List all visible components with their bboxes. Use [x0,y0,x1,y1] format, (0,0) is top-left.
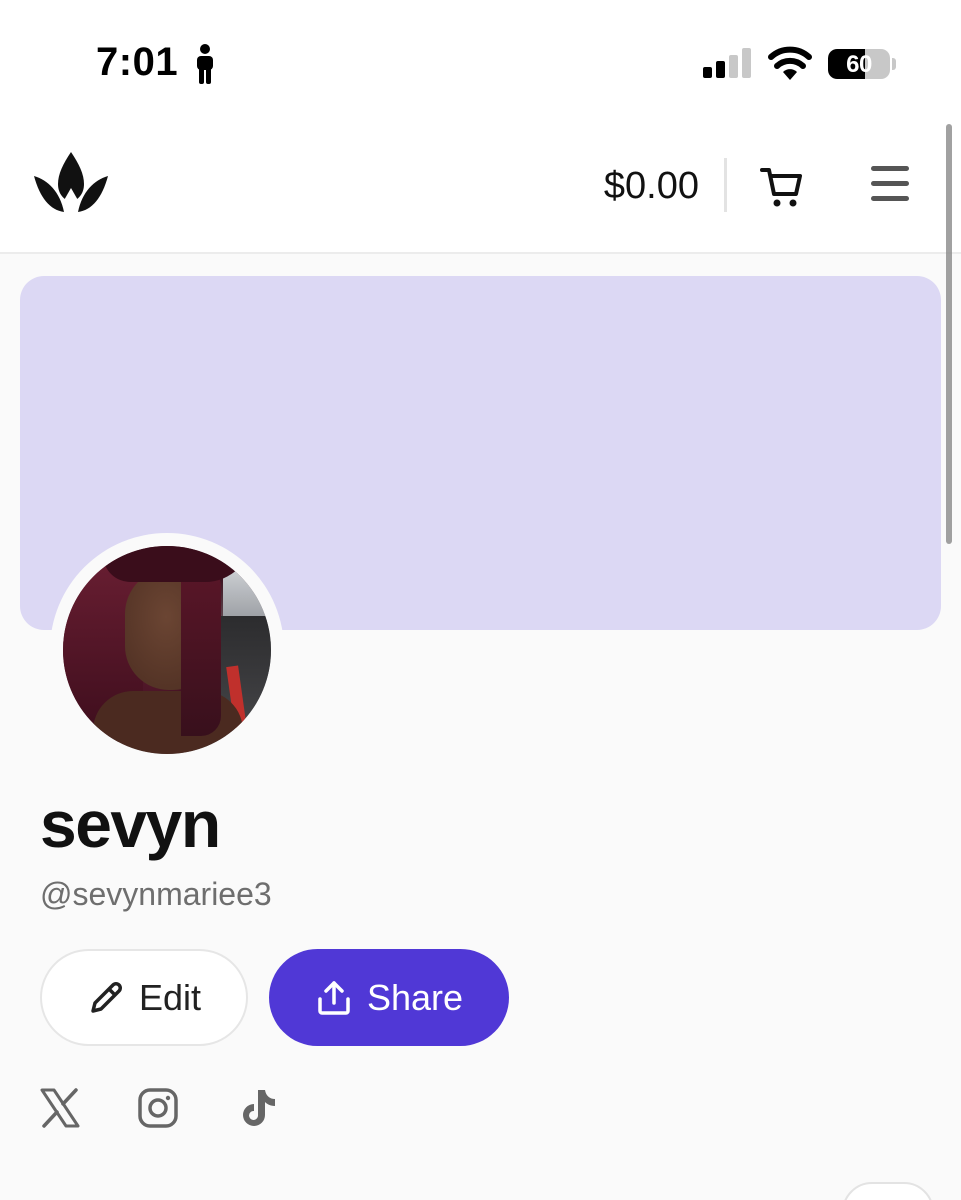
avatar-photo [63,546,271,754]
avatar[interactable] [50,533,284,767]
x-twitter-icon[interactable] [38,1086,82,1130]
profile-name: sevyn [40,787,221,861]
menu-line [871,181,909,186]
crown-logo-icon[interactable] [34,152,108,214]
wifi-icon [768,46,812,80]
partial-button[interactable] [842,1182,934,1200]
profile-handle: @sevynmariee3 [40,876,272,912]
share-button[interactable]: Share [269,949,509,1046]
battery-indicator: 60 [828,49,890,79]
photo-hair [181,566,221,736]
share-button-label: Share [366,976,464,1018]
person-icon [197,44,213,84]
edit-button[interactable]: Edit [40,949,248,1046]
status-time: 7:01 [96,40,179,84]
pencil-icon [91,981,122,1013]
battery-tip [892,58,896,70]
share-upload-icon [318,980,350,1015]
app-header: $0.00 [0,120,961,254]
cellular-signal-icon [703,48,751,78]
page-scrollbar[interactable] [946,124,952,544]
menu-line [871,196,909,201]
instagram-icon[interactable] [136,1086,180,1130]
battery-percent: 60 [846,51,872,78]
header-divider [724,158,727,212]
edit-button-label: Edit [138,976,202,1018]
tiktok-icon[interactable] [234,1086,278,1130]
menu-line [871,166,909,171]
cart-icon[interactable] [758,162,806,210]
cart-balance[interactable]: $0.00 [604,165,699,208]
hamburger-menu-icon[interactable] [871,166,913,206]
status-bar: 7:01 60 [0,0,961,120]
